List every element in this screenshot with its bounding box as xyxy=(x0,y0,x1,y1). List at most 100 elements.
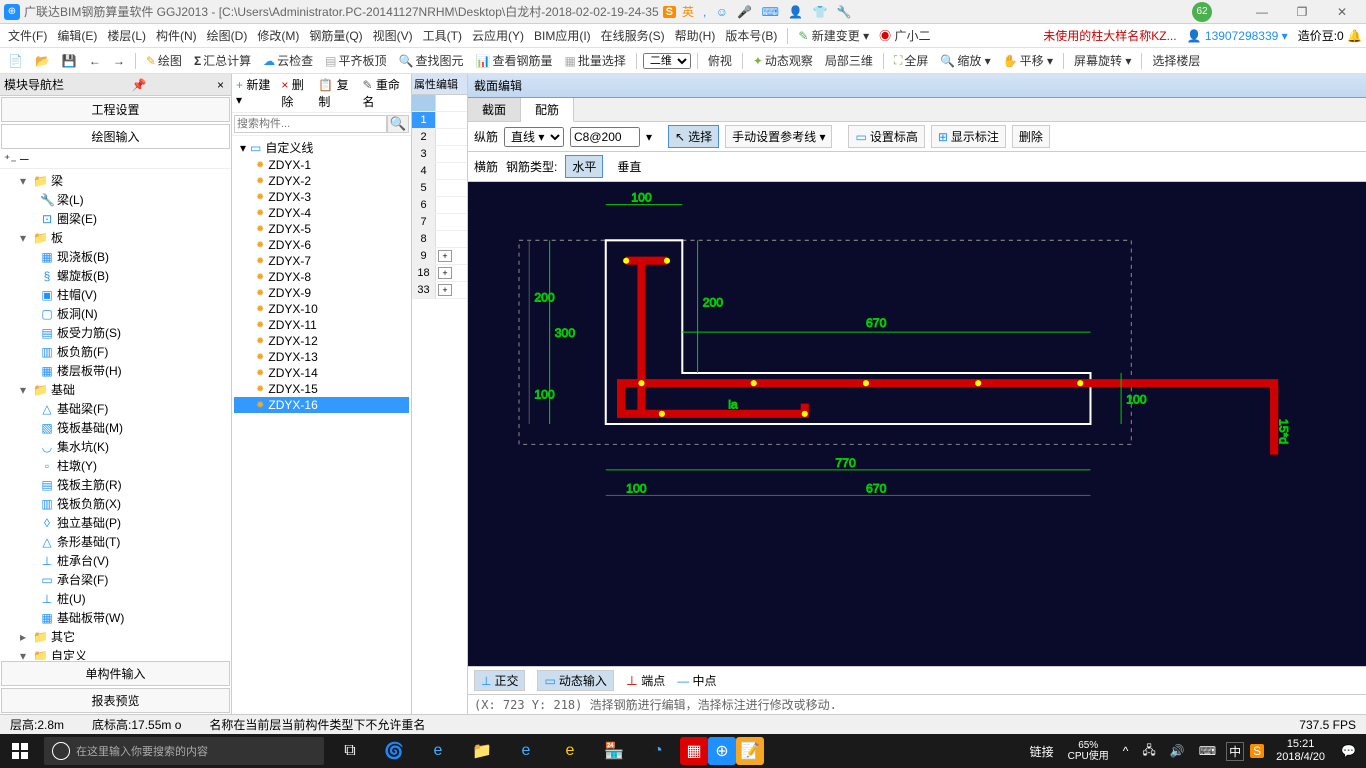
menu-version[interactable]: 版本号(B) xyxy=(721,25,781,46)
tool-rotate[interactable]: 屏幕旋转 ▾ xyxy=(1070,50,1135,71)
tool-selectfloor[interactable]: 选择楼层 xyxy=(1148,50,1204,71)
menu-edit[interactable]: 编辑(E) xyxy=(53,25,101,46)
prop-row[interactable]: 1 xyxy=(412,112,467,129)
mid-root[interactable]: ▾ ▭ 自定义线 xyxy=(234,138,409,157)
tab-section[interactable]: 截面 xyxy=(468,98,521,121)
prop-row[interactable]: 8 xyxy=(412,231,467,248)
mid-tool[interactable]: 📋 复制 xyxy=(318,76,356,110)
warning-text[interactable]: 未使用的柱大样名称KZ... xyxy=(1043,27,1176,44)
mid-item[interactable]: ✹ ZDYX-2 xyxy=(234,173,409,189)
ime-icon-2[interactable]: ☺ xyxy=(716,5,728,19)
tool-new[interactable]: 📄 xyxy=(4,52,27,70)
tree-item[interactable]: ▤ 筏板主筋(R) xyxy=(0,475,231,494)
prop-row-collapsed[interactable]: 9+ xyxy=(412,248,467,265)
tree-group[interactable]: ▾📁 基础 xyxy=(0,380,231,399)
prop-row[interactable]: 7 xyxy=(412,214,467,231)
ortho-button[interactable]: ⊥正交 xyxy=(474,670,525,691)
mid-item[interactable]: ✹ ZDYX-5 xyxy=(234,221,409,237)
select-button[interactable]: ↖选择 xyxy=(668,125,719,148)
tray-notif-icon[interactable]: 💬 xyxy=(1337,744,1360,758)
ime-icon-4[interactable]: ⌨ xyxy=(762,5,779,19)
prop-row-collapsed[interactable]: 33+ xyxy=(412,282,467,299)
opt-vertical[interactable]: 垂直 xyxy=(611,156,647,177)
left-panel-pin[interactable]: 📌 xyxy=(129,78,150,92)
tree-item[interactable]: § 螺旋板(B) xyxy=(0,266,231,285)
tree-item[interactable]: ▦ 楼层板带(H) xyxy=(0,361,231,380)
tree-item[interactable]: ▫ 柱墩(Y) xyxy=(0,456,231,475)
tree-item[interactable]: ▭ 承台梁(F) xyxy=(0,570,231,589)
tool-flattop[interactable]: ▤ 平齐板顶 xyxy=(321,50,390,71)
new-change-button[interactable]: ✎ 新建变更 ▾ xyxy=(794,25,873,46)
tool-topview[interactable]: 俯视 xyxy=(704,50,736,71)
tree-item[interactable]: ▦ 基础板带(W) xyxy=(0,608,231,627)
menu-floor[interactable]: 楼层(L) xyxy=(103,25,150,46)
tree-item[interactable]: ▦ 现浇板(B) xyxy=(0,247,231,266)
menu-view[interactable]: 视图(V) xyxy=(369,25,417,46)
drawing-canvas[interactable]: 100 300 200 100 200 670 100 770 100 670 … xyxy=(468,182,1366,666)
notification-badge[interactable]: 62 xyxy=(1192,2,1212,22)
bell-icon[interactable]: 🔔 xyxy=(1347,29,1362,43)
tree-item[interactable]: ⊥ 桩承台(V) xyxy=(0,551,231,570)
maximize-button[interactable]: ❐ xyxy=(1282,3,1322,21)
taskbar-app-1[interactable]: 🌀 xyxy=(372,734,416,768)
prop-row[interactable]: 6 xyxy=(412,197,467,214)
menu-draw[interactable]: 绘图(D) xyxy=(203,25,252,46)
tree-item[interactable]: ◊ 独立基础(P) xyxy=(0,513,231,532)
user-dropdown[interactable]: ◉ 广小二 xyxy=(875,25,934,46)
tray-clock[interactable]: 15:212018/4/20 xyxy=(1270,738,1331,764)
tool-zoom[interactable]: 🔍 缩放 ▾ xyxy=(936,50,994,71)
tray-cpu[interactable]: 65%CPU使用 xyxy=(1064,740,1113,762)
ime-lang[interactable]: 英 xyxy=(682,3,694,20)
taskbar-app-6[interactable]: 🏪 xyxy=(592,734,636,768)
ime-icon-5[interactable]: 👤 xyxy=(788,5,803,19)
menu-online[interactable]: 在线服务(S) xyxy=(597,25,669,46)
mid-item[interactable]: ✹ ZDYX-13 xyxy=(234,349,409,365)
tray-sogou[interactable]: S xyxy=(1250,744,1264,758)
tool-draw[interactable]: ✎绘图 xyxy=(142,50,186,71)
mid-item[interactable]: ✹ ZDYX-11 xyxy=(234,317,409,333)
tree-item[interactable]: ◡ 集水坑(K) xyxy=(0,437,231,456)
prop-row-collapsed[interactable]: 18+ xyxy=(412,265,467,282)
tree-item[interactable]: ⊥ 桩(U) xyxy=(0,589,231,608)
ime-icon-3[interactable]: 🎤 xyxy=(737,5,752,19)
tray-link[interactable]: 链接 xyxy=(1026,743,1058,760)
taskbar-app-4[interactable]: e xyxy=(504,734,548,768)
tree-item[interactable]: ▥ 板负筋(F) xyxy=(0,342,231,361)
tree-group[interactable]: ▾📁 梁 xyxy=(0,171,231,190)
tree-item[interactable]: 🔧 梁(L) xyxy=(0,190,231,209)
tray-net-icon[interactable]: 🖧 xyxy=(1138,741,1159,762)
menu-file[interactable]: 文件(F) xyxy=(4,25,51,46)
taskbar-search[interactable]: 在这里输入你要搜索的内容 xyxy=(44,737,324,765)
menu-component[interactable]: 构件(N) xyxy=(152,25,201,46)
show-mark-button[interactable]: ⊞显示标注 xyxy=(931,125,1006,148)
taskbar-app-2[interactable]: e xyxy=(416,734,460,768)
tree-item[interactable]: △ 基础梁(F) xyxy=(0,399,231,418)
tool-local3d[interactable]: 局部三维 xyxy=(821,50,877,71)
viewmode-select[interactable]: 二维 xyxy=(643,53,691,69)
tool-pan[interactable]: ✋ 平移 ▾ xyxy=(999,50,1057,71)
tray-vol-icon[interactable]: 🔊 xyxy=(1166,744,1189,758)
section-report[interactable]: 报表预览 xyxy=(1,688,230,713)
mid-item[interactable]: ✹ ZDYX-4 xyxy=(234,205,409,221)
mid-item[interactable]: ✹ ZDYX-8 xyxy=(234,269,409,285)
left-panel-close[interactable]: × xyxy=(214,78,227,92)
tree-item[interactable]: ⊡ 圈梁(E) xyxy=(0,209,231,228)
dyninput-button[interactable]: ▭动态输入 xyxy=(537,670,613,691)
close-button[interactable]: ✕ xyxy=(1322,3,1362,21)
tool-undo[interactable]: ← xyxy=(85,52,105,70)
mid-item[interactable]: ✹ ZDYX-6 xyxy=(234,237,409,253)
menu-cloud[interactable]: 云应用(Y) xyxy=(468,25,528,46)
tree-item[interactable]: ▣ 柱帽(V) xyxy=(0,285,231,304)
tree-toolbar[interactable]: ⁺₋ ─ xyxy=(0,150,231,169)
taskbar-app-10[interactable]: 📝 xyxy=(736,737,764,765)
mid-item[interactable]: ✹ ZDYX-12 xyxy=(234,333,409,349)
search-input[interactable] xyxy=(234,115,387,133)
line-type-select[interactable]: 直线 ▾ xyxy=(504,127,564,147)
mid-tool[interactable]: ✎ 重命名 xyxy=(362,76,407,110)
taskbar-app-8[interactable]: ▦ xyxy=(680,737,708,765)
tool-open[interactable]: 📂 xyxy=(31,52,54,70)
tool-viewrebar[interactable]: 📊 查看钢筋量 xyxy=(472,50,557,71)
taskbar-app-9[interactable]: ⊕ xyxy=(708,737,736,765)
delete-button[interactable]: 删除 xyxy=(1012,125,1050,148)
prop-row[interactable]: 5 xyxy=(412,180,467,197)
